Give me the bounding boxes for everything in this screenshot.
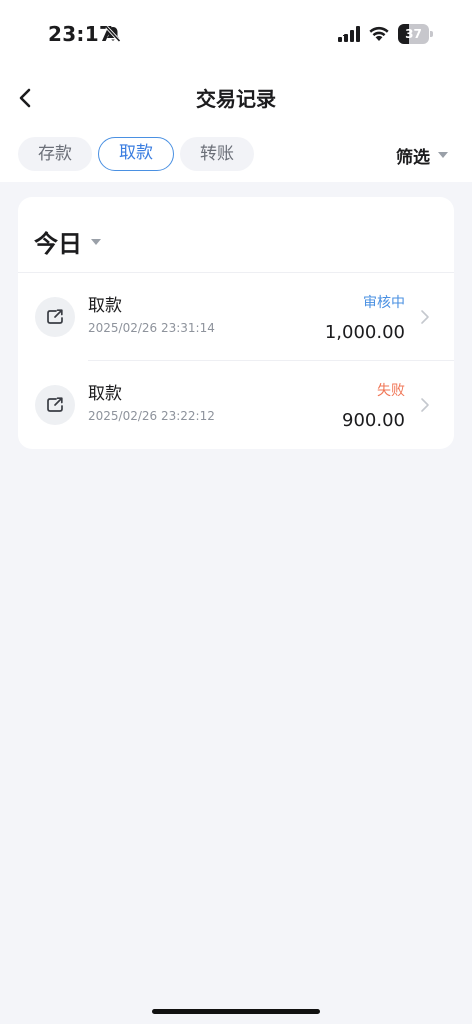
transaction-amount: 900.00	[342, 410, 405, 431]
withdraw-icon	[35, 297, 75, 337]
transaction-row[interactable]: 取款 2025/02/26 23:22:12 失败 900.00	[18, 361, 454, 449]
caret-down-icon	[91, 238, 101, 245]
battery-body: 37	[398, 24, 429, 44]
battery-icon: 37	[398, 24, 434, 44]
transaction-records-screen: 23:17 37 交易记录 存款 取款 转账 筛选 今日 取款 2025/02/…	[0, 0, 472, 1024]
transaction-date: 2025/02/26 23:31:14	[88, 321, 215, 335]
chevron-right-icon	[421, 310, 429, 324]
battery-cap	[430, 31, 433, 37]
transaction-type: 取款	[88, 384, 122, 404]
silent-bell-icon	[105, 25, 121, 43]
section-title: 今日	[34, 230, 82, 258]
status-bar: 23:17 37	[0, 0, 472, 66]
transaction-status: 审核中	[363, 295, 405, 311]
caret-down-icon	[438, 152, 448, 158]
filter-label: 筛选	[396, 147, 430, 168]
tab-withdraw[interactable]: 取款	[98, 137, 174, 171]
withdraw-icon	[35, 385, 75, 425]
transaction-type: 取款	[88, 296, 122, 316]
date-range-selector[interactable]: 今日	[34, 224, 101, 259]
tab-deposit[interactable]: 存款	[18, 137, 92, 171]
home-indicator	[152, 1009, 320, 1014]
cellular-signal-icon	[338, 26, 360, 42]
wifi-icon	[369, 26, 389, 41]
transaction-amount: 1,000.00	[324, 322, 405, 343]
transactions-card: 今日 取款 2025/02/26 23:31:14 审核中 1,000.00 取…	[18, 197, 454, 449]
filter-button[interactable]: 筛选	[396, 142, 448, 168]
battery-level: 37	[405, 27, 422, 41]
chevron-right-icon	[421, 398, 429, 412]
tab-transfer[interactable]: 转账	[180, 137, 254, 171]
page-title: 交易记录	[196, 87, 276, 111]
transaction-date: 2025/02/26 23:22:12	[88, 409, 215, 423]
transaction-status: 失败	[377, 383, 405, 399]
transaction-row[interactable]: 取款 2025/02/26 23:31:14 审核中 1,000.00	[18, 273, 454, 361]
